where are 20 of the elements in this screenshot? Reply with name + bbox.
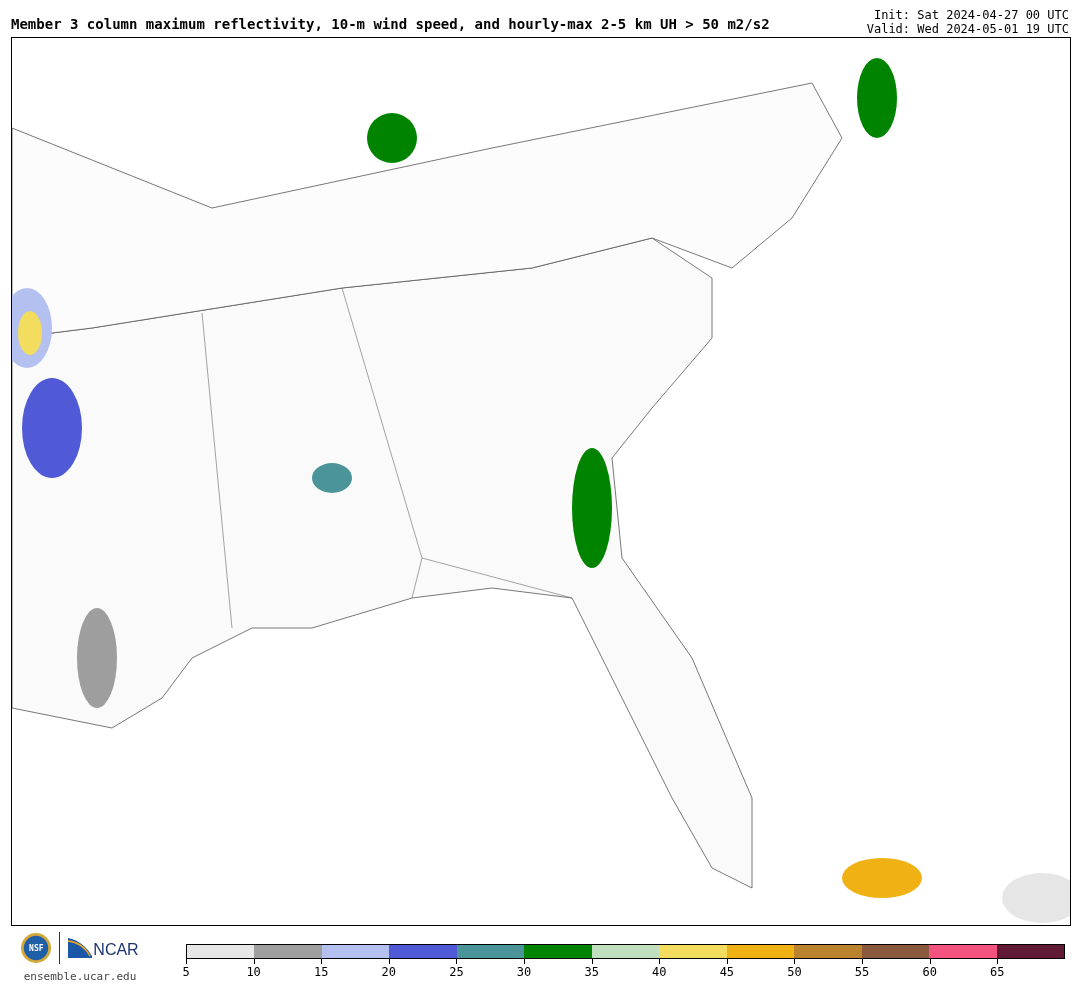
colorbar-tick-label: 65 [989,965,1006,979]
colorbar-tick-label: 40 [651,965,668,979]
colorbar-tick-label: 30 [515,965,533,979]
nsf-logo: NSF [21,933,52,963]
colorbar-tick-label: 60 [921,965,938,979]
colorbar-tick-label: 55 [853,965,871,979]
site-url: ensemble.ucar.edu [23,970,137,983]
valid-time: Valid: Wed 2024-05-01 19 UTC [866,22,1069,36]
ncar-swoosh-icon [68,938,93,958]
colorbar-tick-label: 10 [245,965,262,979]
chart-title: Member 3 column maximum reflectivity, 10-m wind speed, and hourly-max 2-5 km UH > 50 m2/s2 [11,16,770,34]
colorbar-tick-label: 45 [718,965,736,979]
colorbar-tick-label: 15 [313,965,330,979]
init-time: Init: Sat 2024-04-27 00 UTC [872,8,1069,22]
colorbar-tick-label: 25 [448,965,465,979]
ncar-logo-text: NCAR [93,942,139,958]
colorbar-tick-label: 35 [583,965,600,979]
colorbar-tick-label: 5 [181,965,191,979]
colorbar-tick-label: 50 [786,965,803,979]
colorbar-tick-label: 20 [380,965,398,979]
